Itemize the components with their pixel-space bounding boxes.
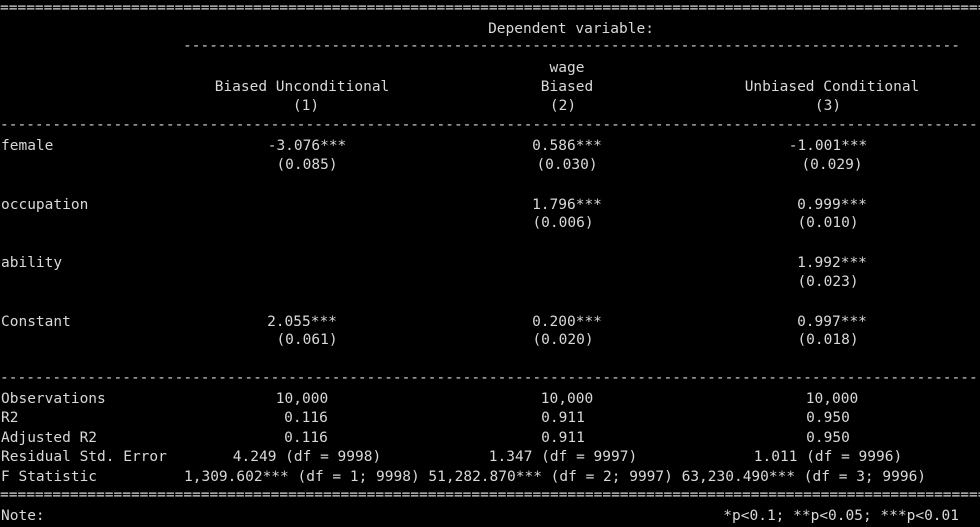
stat-adjusted-r2-col3: 0.950: [806, 430, 850, 446]
stat-label-residual-std-error: Residual Std. Error: [1, 449, 167, 465]
stat-residual-col2: 1.347 (df = 9997): [488, 449, 638, 465]
row-label-occupation: occupation: [1, 197, 89, 213]
dependent-variable-name: wage: [549, 60, 585, 76]
stat-r2-col2: 0.911: [541, 410, 585, 426]
se-occupation-col3: (0.010): [797, 215, 859, 231]
coef-occupation-col3: 0.999***: [797, 197, 867, 213]
note-label: Note:: [1, 508, 45, 524]
coef-constant-col1: 2.055***: [267, 314, 337, 330]
coef-constant-col2: 0.200***: [532, 314, 602, 330]
coef-ability-col3: 1.992***: [797, 255, 867, 271]
stat-adjusted-r2-col2: 0.911: [541, 430, 585, 446]
stat-f-statistic-values: 1,309.602*** (df = 1; 9998) 51,282.870**…: [184, 469, 927, 485]
note-text: *p<0.1; **p<0.05; ***p<0.01: [723, 508, 959, 524]
column-3-number: (3): [814, 98, 842, 114]
stat-label-adjusted-r2: Adjusted R2: [1, 430, 98, 446]
stat-label-r2: R2: [1, 410, 19, 426]
coef-female-col2: 0.586***: [532, 138, 602, 154]
stat-adjusted-r2-col1: 0.116: [284, 430, 328, 446]
coef-occupation-col2: 1.796***: [532, 197, 602, 213]
column-3-name: Unbiased Conditional: [744, 79, 920, 95]
coef-female-col3: -1.001***: [788, 138, 868, 154]
row-label-constant: Constant: [1, 314, 71, 330]
column-2-name: Biased: [540, 79, 594, 95]
column-1-number: (1): [292, 98, 320, 114]
se-ability-col3: (0.023): [797, 274, 859, 290]
stat-residual-col3: 1.011 (df = 9996): [753, 449, 903, 465]
stat-label-observations: Observations: [1, 391, 106, 407]
column-2-number: (2): [549, 98, 577, 114]
stat-label-f-statistic: F Statistic: [1, 469, 98, 485]
stat-r2-col1: 0.116: [284, 410, 328, 426]
stat-observations-col3: 10,000: [805, 391, 859, 407]
se-occupation-col2: (0.006): [532, 215, 594, 231]
stat-observations-col2: 10,000: [540, 391, 594, 407]
row-label-ability: ability: [1, 255, 63, 271]
header-bottom-rule: ----------------------------------------…: [0, 117, 980, 133]
top-double-rule: ========================================…: [0, 0, 980, 16]
stat-r2-col3: 0.950: [806, 410, 850, 426]
se-constant-col3: (0.018): [797, 332, 859, 348]
stats-top-rule: ----------------------------------------…: [0, 370, 980, 386]
se-constant-col1: (0.061): [276, 332, 338, 348]
stat-residual-col1: 4.249 (df = 9998): [232, 449, 382, 465]
dependent-variable-label: Dependent variable:: [488, 21, 654, 37]
row-label-female: female: [1, 138, 54, 154]
dependent-variable-rule: ----------------------------------------…: [183, 38, 960, 54]
bottom-double-rule: ========================================…: [0, 487, 980, 503]
column-1-name: Biased Unconditional: [214, 79, 390, 95]
se-female-col1: (0.085): [276, 157, 338, 173]
stat-observations-col1: 10,000: [275, 391, 329, 407]
coef-constant-col3: 0.997***: [797, 314, 867, 330]
se-constant-col2: (0.020): [532, 332, 594, 348]
se-female-col3: (0.029): [801, 157, 863, 173]
se-female-col2: (0.030): [536, 157, 598, 173]
coef-female-col1: -3.076***: [267, 138, 347, 154]
